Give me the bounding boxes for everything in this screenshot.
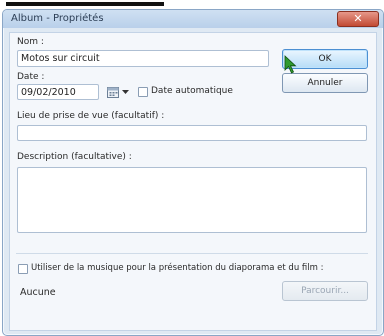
title-bar: Album - Propriétés ✕: [3, 10, 383, 28]
top-edge-strip: [0, 0, 384, 9]
mouse-cursor-icon: [284, 55, 297, 74]
cancel-label: Annuler: [307, 78, 343, 88]
underline-mark: [6, 2, 164, 6]
window-title: Album - Propriétés: [11, 13, 104, 24]
location-label: Lieu de prise de vue (facultatif) :: [17, 111, 165, 121]
browse-button[interactable]: Parcourir...: [282, 281, 368, 301]
close-icon: ✕: [353, 12, 363, 25]
music-label: Utiliser de la musique pour la présentat…: [31, 263, 324, 273]
dialog-content: Nom : Motos sur circuit OK Annuler Date …: [9, 32, 377, 331]
date-input[interactable]: 09/02/2010: [17, 84, 99, 100]
auto-date-checkbox[interactable]: [138, 87, 148, 97]
separator: [16, 253, 368, 254]
date-label: Date :: [17, 72, 45, 82]
auto-date-label: Date automatique: [151, 86, 233, 96]
name-label: Nom :: [17, 37, 44, 47]
music-checkbox[interactable]: [18, 264, 28, 274]
chevron-down-icon: [122, 90, 129, 94]
location-input[interactable]: [17, 125, 367, 141]
calendar-icon: [107, 87, 119, 98]
music-value: Aucune: [20, 287, 56, 298]
description-label: Description (facultative) :: [17, 152, 132, 162]
name-input[interactable]: Motos sur circuit: [17, 50, 269, 67]
properties-dialog: Album - Propriétés ✕ Nom : Motos sur cir…: [2, 9, 384, 336]
ok-label: OK: [318, 54, 332, 64]
cancel-button[interactable]: Annuler: [282, 73, 368, 93]
description-textarea[interactable]: [17, 167, 367, 233]
date-picker-button[interactable]: [106, 84, 132, 100]
browse-label: Parcourir...: [301, 286, 349, 296]
close-button[interactable]: ✕: [337, 11, 379, 27]
